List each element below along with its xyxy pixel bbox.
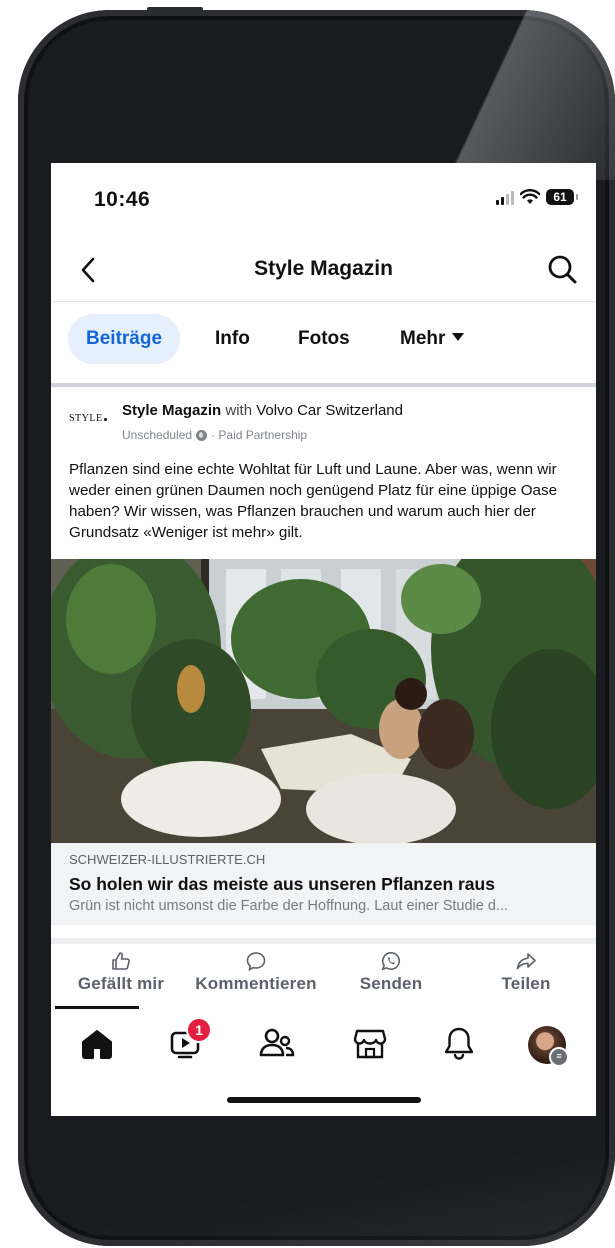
globe-icon — [196, 429, 208, 441]
comment-icon — [246, 952, 266, 971]
send-button[interactable]: Senden — [351, 951, 431, 994]
post-image[interactable] — [51, 559, 596, 843]
like-button[interactable]: Gefällt mir — [71, 951, 171, 994]
post-actions: Gefällt mir Kommentieren Senden Teilen — [51, 951, 596, 1011]
status-bar: 10:46 61 — [51, 163, 596, 237]
profile-tabs: Beiträge Info Fotos Mehr — [51, 302, 596, 384]
post-divider — [51, 938, 596, 944]
post-meta: Unscheduled · Paid Partnership — [122, 428, 307, 442]
frame-highlight — [435, 10, 615, 180]
comment-label: Kommentieren — [195, 974, 317, 993]
wifi-icon — [520, 189, 540, 204]
battery-icon: 61 — [546, 189, 578, 205]
share-button[interactable]: Teilen — [491, 951, 561, 994]
home-icon[interactable] — [79, 1025, 115, 1061]
notification-badge: 1 — [186, 1017, 212, 1043]
post-header: STYLE Style Magazin with Volvo Car Switz… — [51, 395, 596, 447]
marketplace-icon[interactable] — [352, 1025, 388, 1061]
link-title: So holen wir das meiste aus unseren Pfla… — [69, 874, 495, 894]
link-domain: SCHWEIZER-ILLUSTRIERTE.CH — [69, 852, 266, 867]
tab-mehr-label: Mehr — [400, 328, 446, 349]
thumbs-up-icon — [112, 952, 130, 970]
page-title: Style Magazin — [254, 257, 393, 280]
tab-mehr[interactable]: Mehr — [400, 314, 465, 364]
link-preview[interactable]: SCHWEIZER-ILLUSTRIERTE.CH So holen wir d… — [51, 843, 596, 925]
tab-beitraege[interactable]: Beiträge — [68, 314, 181, 364]
frame-highlight-bottom — [18, 1106, 615, 1246]
status-time: 10:46 — [94, 188, 151, 211]
post-status: Unscheduled — [122, 428, 193, 442]
search-icon[interactable] — [546, 253, 578, 285]
tab-fotos[interactable]: Fotos — [298, 314, 350, 364]
active-tab-indicator — [55, 1006, 139, 1009]
paid-partnership: · Paid Partnership — [211, 428, 308, 442]
share-icon — [516, 953, 536, 970]
comment-button[interactable]: Kommentieren — [186, 951, 326, 994]
hardware-button — [147, 7, 203, 11]
video-tab[interactable]: 1 — [168, 1017, 212, 1061]
post-text: Pflanzen sind eine echte Wohltat für Luf… — [69, 461, 558, 541]
link-description: Grün ist nicht umsonst die Farbe der Hof… — [69, 898, 509, 914]
top-nav: Style Magazin — [51, 243, 596, 299]
send-label: Senden — [359, 974, 423, 993]
page-logo[interactable]: STYLE — [69, 413, 107, 424]
status-icons: 61 — [496, 189, 578, 205]
with-word: with — [225, 402, 253, 419]
cellular-signal-icon — [496, 189, 514, 205]
caret-down-icon — [452, 332, 465, 341]
menu-icon: ≡ — [549, 1047, 569, 1067]
logo-text: STYLE — [69, 413, 103, 424]
section-divider — [51, 383, 596, 387]
post-author: Style Magazin with Volvo Car Switzerland — [122, 402, 403, 419]
profile-avatar[interactable]: ≡ — [528, 1026, 569, 1067]
whatsapp-icon — [381, 951, 400, 971]
author-name[interactable]: Style Magazin — [122, 402, 221, 419]
share-label: Teilen — [501, 974, 551, 993]
app-screen: 10:46 61 Style Magazin Beiträge Info Fot… — [51, 163, 596, 1116]
bottom-navigation: 1 — [51, 1017, 596, 1078]
friends-icon[interactable] — [259, 1025, 295, 1061]
home-indicator[interactable] — [227, 1097, 421, 1103]
bell-icon[interactable] — [441, 1025, 477, 1061]
tab-info[interactable]: Info — [215, 314, 250, 364]
like-label: Gefällt mir — [77, 974, 165, 993]
partner-name[interactable]: Volvo Car Switzerland — [256, 402, 403, 419]
